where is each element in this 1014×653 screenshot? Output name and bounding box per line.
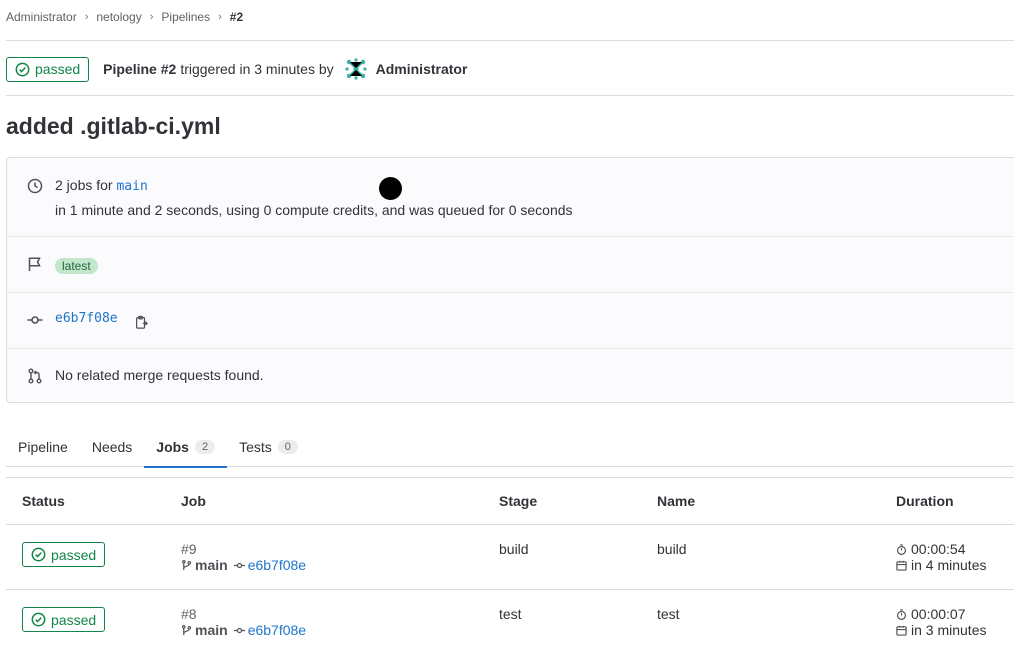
jobs-info-row: 2 jobs for main in 1 minute and 2 second… <box>7 158 1014 237</box>
job-name-cell: test <box>657 606 680 622</box>
avatar[interactable] <box>344 57 368 81</box>
tab-count-badge: 2 <box>194 440 216 454</box>
breadcrumb: Administrator › netology › Pipelines › #… <box>6 9 243 25</box>
branch-icon <box>181 624 192 635</box>
timer-icon <box>896 543 907 555</box>
commit-icon <box>233 562 245 568</box>
chevron-right-icon: › <box>218 11 222 23</box>
breadcrumb-item-pipelines[interactable]: Pipelines <box>161 10 210 24</box>
tab-jobs[interactable]: Jobs 2 <box>144 427 227 468</box>
pipeline-info-box: 2 jobs for main in 1 minute and 2 second… <box>6 157 1014 403</box>
column-header-duration: Duration <box>896 493 954 509</box>
latest-label: latest <box>55 258 98 274</box>
status-label: passed <box>51 611 97 628</box>
commit-row: e6b7f08e <box>7 293 1014 349</box>
commit-sha-link[interactable]: e6b7f08e <box>55 311 118 326</box>
tab-label: Needs <box>91 439 133 455</box>
page-title: added .gitlab-ci.yml <box>6 113 221 139</box>
commit-sha-link[interactable]: e6b7f08e <box>248 557 306 573</box>
mouse-cursor <box>379 177 402 200</box>
status-success-icon <box>15 62 30 76</box>
finished-time: in 4 minutes <box>911 557 987 573</box>
status-success-icon <box>31 547 46 562</box>
divider <box>6 40 1014 41</box>
labels-row: latest <box>7 237 1014 293</box>
column-header-job: Job <box>181 493 206 509</box>
status-label: passed <box>51 546 97 563</box>
job-id-link[interactable]: #9 <box>181 541 197 557</box>
commit-sha-link[interactable]: e6b7f08e <box>248 622 306 638</box>
column-header-name: Name <box>657 493 696 509</box>
jobs-count-text: 2 jobs for <box>55 177 113 193</box>
clock-icon <box>27 178 43 194</box>
pipeline-header: passed Pipeline #2 triggered in 3 minute… <box>6 56 467 82</box>
pipeline-id: Pipeline #2 <box>103 61 177 77</box>
tab-tests[interactable]: Tests 0 <box>227 427 310 467</box>
job-status-badge[interactable]: passed <box>22 542 106 567</box>
tab-pipeline[interactable]: Pipeline <box>6 427 80 467</box>
chevron-right-icon: › <box>149 11 154 23</box>
table-row: passed #9 main e6b7f08e build build 00:0… <box>6 525 1014 590</box>
stage-cell: test <box>499 606 522 622</box>
commit-icon <box>27 312 43 328</box>
job-id-link[interactable]: #8 <box>181 606 197 622</box>
branch-link[interactable]: main <box>195 622 228 638</box>
tab-needs[interactable]: Needs <box>80 427 144 467</box>
ref-link[interactable]: main <box>116 179 147 194</box>
pipeline-tabs: Pipeline Needs Jobs 2 Tests 0 <box>6 427 1014 468</box>
duration-value: 00:00:54 <box>911 541 966 557</box>
job-status-badge[interactable]: passed <box>22 607 106 632</box>
commit-icon <box>233 627 245 633</box>
tab-label: Pipeline <box>18 439 68 455</box>
divider <box>6 95 1014 96</box>
breadcrumb-item-current[interactable]: #2 <box>230 10 243 24</box>
copy-to-clipboard-icon[interactable] <box>134 315 148 329</box>
column-header-stage: Stage <box>499 493 538 509</box>
chevron-right-icon: › <box>84 11 89 23</box>
timer-icon <box>896 608 907 620</box>
merge-requests-row: No related merge requests found. <box>7 349 1014 404</box>
calendar-icon <box>896 625 907 636</box>
tab-label: Tests <box>239 439 272 455</box>
duration-text: in 1 minute and 2 seconds, using 0 compu… <box>55 202 573 218</box>
tab-count-badge: 0 <box>277 440 298 454</box>
pipeline-status-badge[interactable]: passed <box>6 56 90 82</box>
triggered-text: triggered in 3 minutes by <box>180 61 334 77</box>
table-row: passed #8 main e6b7f08e test test 00:00:… <box>6 590 1014 653</box>
job-name-cell: build <box>657 541 687 557</box>
stage-cell: build <box>499 541 529 557</box>
status-label: passed <box>35 61 81 77</box>
breadcrumb-item-administrator[interactable]: Administrator <box>6 10 77 24</box>
jobs-table-header: Status Job Stage Name Duration <box>6 477 1014 525</box>
branch-icon <box>181 559 192 570</box>
finished-time: in 3 minutes <box>911 622 987 638</box>
calendar-icon <box>896 560 907 571</box>
tab-label: Jobs <box>156 439 189 455</box>
merge-request-icon <box>27 368 43 384</box>
flag-icon <box>27 256 43 272</box>
column-header-status: Status <box>22 493 65 509</box>
merge-requests-text: No related merge requests found. <box>55 367 264 383</box>
branch-link[interactable]: main <box>195 557 228 573</box>
duration-value: 00:00:07 <box>911 606 966 622</box>
triggered-by-user-link[interactable]: Administrator <box>376 61 468 77</box>
status-success-icon <box>31 612 46 627</box>
breadcrumb-item-netology[interactable]: netology <box>96 10 141 24</box>
